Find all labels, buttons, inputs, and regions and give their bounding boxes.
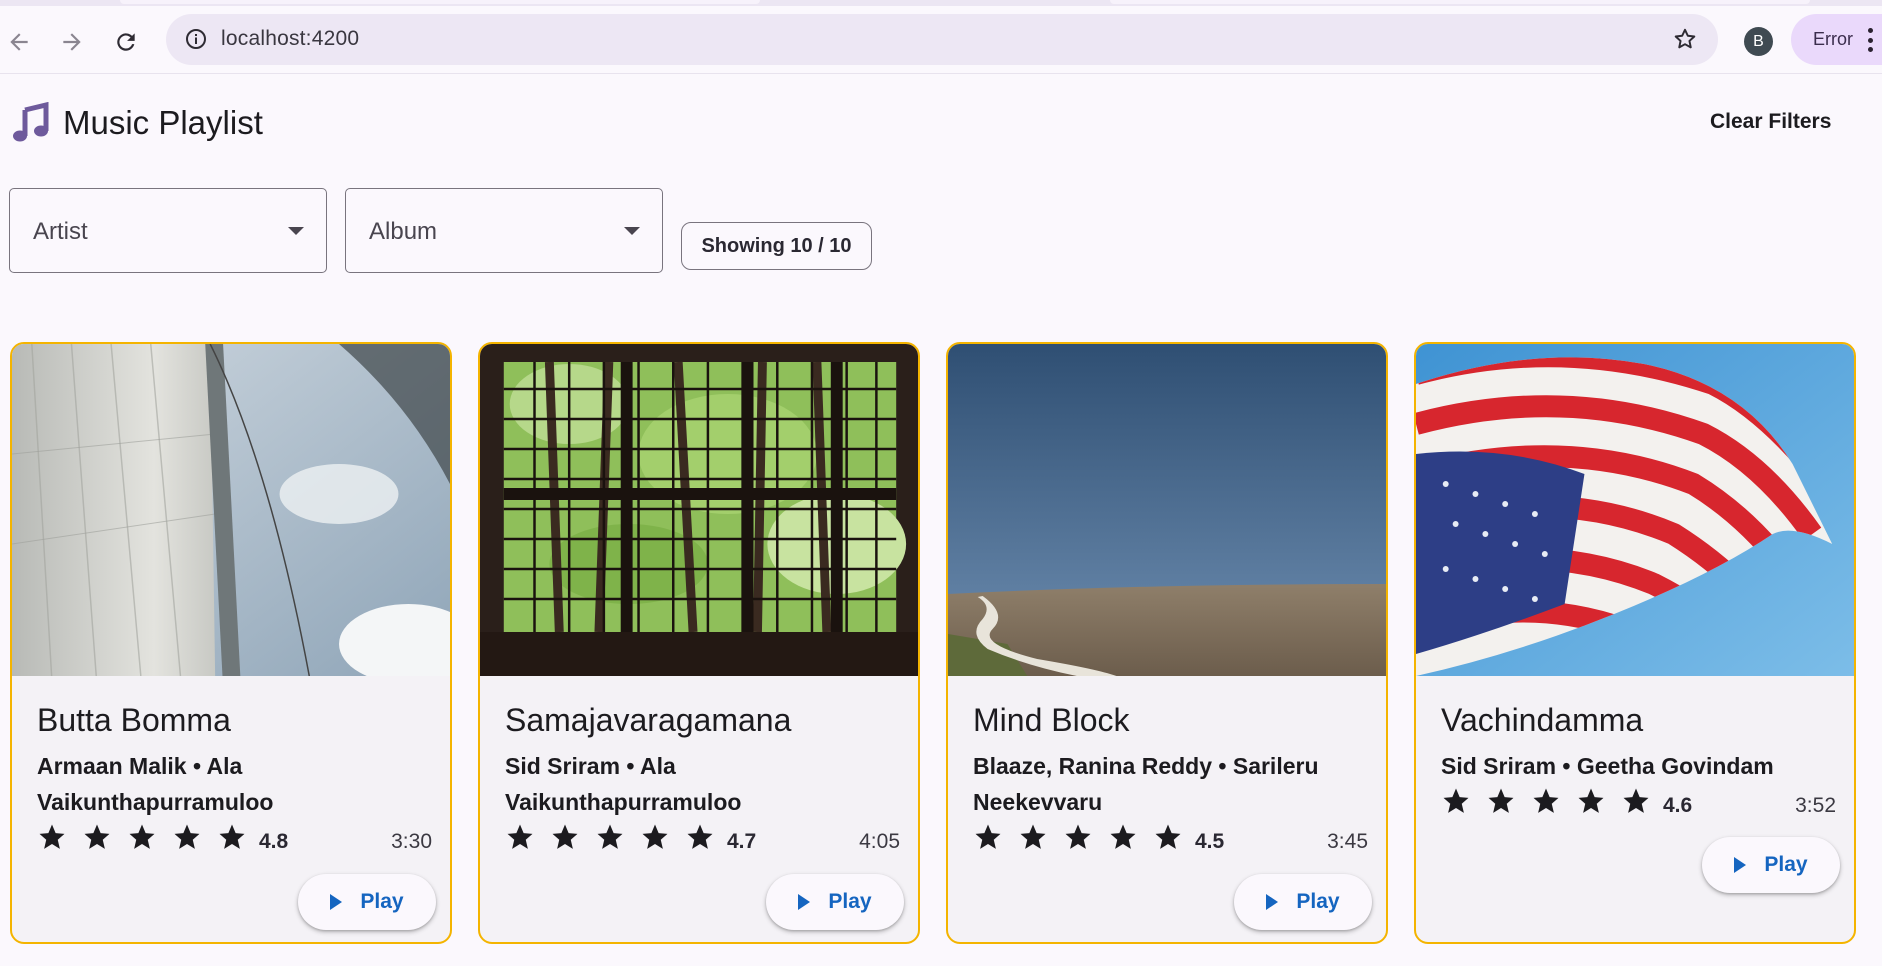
tab-edge — [120, 0, 760, 4]
album-select[interactable]: Album — [345, 188, 663, 273]
results-count-chip: Showing 10 / 10 — [681, 222, 872, 270]
profile-error-chip[interactable]: Error — [1791, 14, 1882, 65]
song-artist-album: Sid Sriram • Geetha Govindam — [1441, 753, 1774, 779]
album-art-image — [12, 344, 450, 676]
play-label: Play — [1764, 853, 1808, 876]
album-art-image — [1416, 344, 1854, 676]
star-rating — [973, 822, 1183, 852]
forward-arrow-icon — [63, 33, 81, 51]
song-artist-album: Armaan Malik • Ala Vaikunthapurramuloo — [37, 753, 274, 815]
back-button[interactable] — [0, 20, 41, 64]
rating-value: 4.5 — [1195, 830, 1225, 853]
star-icon — [1578, 788, 1604, 813]
album-art-image — [948, 344, 1386, 676]
star-icon — [129, 824, 155, 849]
music-note-icon — [13, 102, 49, 142]
album-select-placeholder: Album — [369, 218, 438, 245]
star-rating — [505, 822, 715, 852]
star-icon — [1488, 788, 1514, 813]
play-button[interactable]: Play — [1234, 874, 1372, 930]
star-rating — [1441, 786, 1651, 816]
browser-toolbar: localhost:4200 B Error — [0, 6, 1882, 74]
star-icon — [975, 824, 1001, 849]
star-icon — [174, 824, 200, 849]
song-title: Vachindamma — [1441, 702, 1644, 738]
rating-value: 4.6 — [1663, 794, 1693, 817]
artist-select-placeholder: Artist — [33, 218, 88, 245]
song-title: Samajavaragamana — [505, 702, 792, 738]
song-duration: 3:30 — [391, 830, 432, 853]
song-duration: 4:05 — [859, 830, 900, 853]
browser-menu-icon[interactable] — [1867, 28, 1873, 52]
song-title: Mind Block — [973, 702, 1130, 738]
star-icon — [1155, 824, 1181, 849]
star-icon — [1443, 788, 1469, 813]
song-duration: 3:45 — [1327, 830, 1368, 853]
play-icon — [798, 894, 811, 910]
back-arrow-icon — [10, 33, 28, 51]
rating-row: 4.5 3:45 — [973, 822, 1368, 862]
star-icon — [1623, 788, 1649, 813]
star-icon — [1533, 788, 1559, 813]
song-card[interactable]: Mind Block Blaaze, Ranina Reddy • Sarile… — [946, 342, 1388, 944]
artist-select[interactable]: Artist — [9, 188, 327, 273]
song-duration: 3:52 — [1795, 794, 1836, 817]
song-title: Butta Bomma — [37, 702, 231, 738]
profile-avatar[interactable]: B — [1744, 27, 1773, 56]
tab-edge — [1110, 0, 1810, 4]
star-icon — [84, 824, 110, 849]
dropdown-caret-icon — [624, 227, 640, 235]
app-header: Music Playlist Clear Filters — [0, 74, 1882, 174]
star-icon — [642, 824, 668, 849]
rating-value: 4.8 — [259, 830, 289, 853]
song-card-grid: Butta Bomma Armaan Malik • Ala Vaikuntha… — [0, 342, 1882, 966]
play-label: Play — [1296, 890, 1340, 913]
bookmark-star-icon[interactable] — [1670, 24, 1700, 54]
star-rating — [37, 822, 247, 852]
song-card[interactable]: Vachindamma Sid Sriram • Geetha Govindam… — [1414, 342, 1856, 944]
filter-bar: Artist Album Showing 10 / 10 — [0, 188, 1882, 278]
reload-icon — [117, 33, 135, 51]
song-card[interactable]: Butta Bomma Armaan Malik • Ala Vaikuntha… — [10, 342, 452, 944]
star-icon — [1110, 824, 1136, 849]
play-button[interactable]: Play — [766, 874, 904, 930]
play-label: Play — [828, 890, 872, 913]
song-artist-album: Sid Sriram • Ala Vaikunthapurramuloo — [505, 753, 742, 815]
error-label: Error — [1813, 29, 1853, 49]
star-icon — [687, 824, 713, 849]
rating-value: 4.7 — [727, 830, 757, 853]
star-icon — [597, 824, 623, 849]
rating-row: 4.7 4:05 — [505, 822, 900, 862]
star-icon — [1020, 824, 1046, 849]
play-icon — [330, 894, 343, 910]
play-button[interactable]: Play — [1702, 837, 1840, 893]
reload-button[interactable] — [104, 20, 148, 64]
rating-row: 4.6 3:52 — [1441, 786, 1836, 826]
star-icon — [507, 824, 533, 849]
star-icon — [552, 824, 578, 849]
rating-row: 4.8 3:30 — [37, 822, 432, 862]
play-icon — [1734, 857, 1747, 873]
play-label: Play — [360, 890, 404, 913]
star-icon — [39, 824, 65, 849]
star-icon — [1065, 824, 1091, 849]
album-art-image — [480, 344, 918, 676]
forward-button[interactable] — [50, 20, 94, 64]
song-card[interactable]: Samajavaragamana Sid Sriram • Ala Vaikun… — [478, 342, 920, 944]
star-icon — [219, 824, 245, 849]
play-icon — [1266, 894, 1279, 910]
song-artist-album: Blaaze, Ranina Reddy • Sarileru Neekevva… — [973, 753, 1319, 815]
clear-filters-button[interactable]: Clear Filters — [1710, 110, 1831, 134]
url-text[interactable]: localhost:4200 — [221, 27, 359, 51]
dropdown-caret-icon — [288, 227, 304, 235]
play-button[interactable]: Play — [298, 874, 436, 930]
site-info-icon[interactable] — [182, 25, 210, 53]
address-bar[interactable]: localhost:4200 — [166, 14, 1718, 65]
page-title: Music Playlist — [63, 104, 263, 141]
